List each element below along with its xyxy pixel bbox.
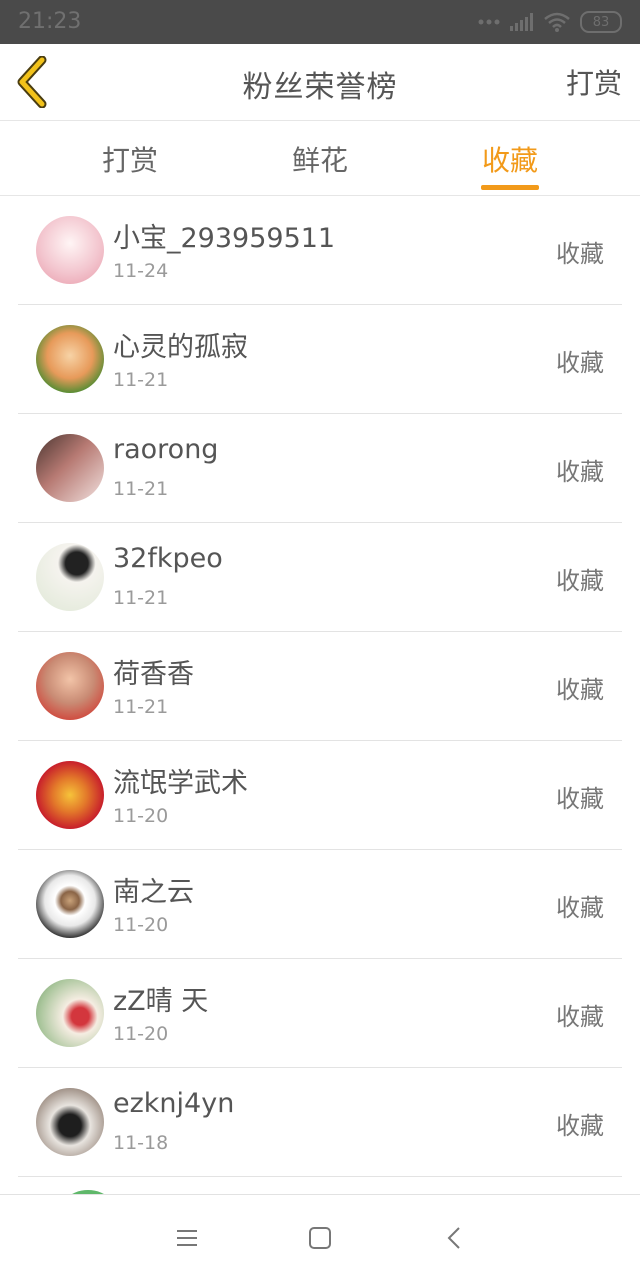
action-label: 收藏	[556, 676, 604, 704]
user-name: raorong	[113, 434, 219, 465]
avatar	[36, 325, 104, 393]
item-date: 11-20	[113, 914, 169, 936]
menu-button[interactable]	[172, 1223, 202, 1253]
tab-flowers[interactable]: 鲜花	[292, 139, 348, 179]
action-label: 收藏	[556, 1112, 604, 1140]
status-time: 21:23	[18, 9, 82, 34]
home-square-icon	[309, 1227, 331, 1249]
action-label: 收藏	[556, 785, 604, 813]
action-label: 收藏	[556, 349, 604, 377]
system-nav-bar	[0, 1194, 640, 1280]
tab-favorites[interactable]: 收藏	[482, 139, 538, 179]
avatar	[36, 870, 104, 938]
user-name: 流氓学武术	[113, 768, 248, 799]
item-date: 11-24	[113, 260, 169, 282]
header: 粉丝荣誉榜 打赏	[0, 44, 640, 121]
user-name: zZ晴 天	[113, 986, 209, 1017]
item-date: 11-18	[113, 1132, 169, 1154]
avatar	[36, 979, 104, 1047]
item-date: 11-21	[113, 587, 169, 609]
avatar	[36, 216, 104, 284]
item-date: 11-21	[113, 478, 169, 500]
list-item[interactable]: 心灵的孤寂 11-21 收藏	[18, 305, 622, 414]
list-item[interactable]: ezknj4yn 11-18 收藏	[18, 1068, 622, 1177]
user-name: 荷香香	[113, 659, 194, 690]
back-triangle-icon	[447, 1227, 460, 1249]
page-title: 粉丝荣誉榜	[242, 70, 398, 105]
battery-icon: 83	[580, 11, 622, 33]
avatar	[36, 543, 104, 611]
item-date: 11-21	[113, 696, 169, 718]
user-name: 小宝_293959511	[113, 223, 336, 254]
reward-button[interactable]: 打赏	[566, 62, 622, 102]
tab-reward[interactable]: 打赏	[102, 139, 158, 179]
list-item[interactable]: 荷香香 11-21 收藏	[18, 632, 622, 741]
item-date: 11-20	[113, 805, 169, 827]
user-name: 南之云	[113, 877, 194, 908]
avatar	[36, 652, 104, 720]
user-name: ezknj4yn	[113, 1088, 235, 1119]
list-item[interactable]: 小宝_293959511 11-24 收藏	[18, 196, 622, 305]
menu-icon	[177, 1230, 197, 1246]
dots-icon	[478, 19, 500, 25]
tab-bar: 打赏 鲜花 收藏	[0, 121, 640, 196]
user-name: 32fkpeo	[113, 543, 223, 574]
avatar	[36, 1088, 104, 1156]
list-item[interactable]: 南之云 11-20 收藏	[18, 850, 622, 959]
wifi-icon	[544, 12, 570, 32]
user-name: 心灵的孤寂	[113, 332, 248, 363]
avatar	[36, 761, 104, 829]
list-item[interactable]: 流氓学武术 11-20 收藏	[18, 741, 622, 850]
signal-icon	[510, 13, 533, 31]
screen: 21:23 83 粉丝荣誉榜 打赏 打赏 鲜花 收藏 小宝_293959511 …	[0, 0, 640, 1280]
action-label: 收藏	[556, 894, 604, 922]
list-item[interactable]: zZ晴 天 11-20 收藏	[18, 959, 622, 1068]
status-bar: 21:23 83	[0, 0, 640, 44]
action-label: 收藏	[556, 458, 604, 486]
home-button[interactable]	[305, 1223, 335, 1253]
action-label: 收藏	[556, 240, 604, 268]
battery-level: 83	[592, 14, 610, 30]
fan-list: 小宝_293959511 11-24 收藏 心灵的孤寂 11-21 收藏 rao…	[0, 196, 640, 1177]
item-date: 11-20	[113, 1023, 169, 1045]
active-tab-indicator	[481, 185, 539, 190]
action-label: 收藏	[556, 567, 604, 595]
action-label: 收藏	[556, 1003, 604, 1031]
status-icons: 83	[478, 10, 622, 34]
list-item[interactable]: 32fkpeo 11-21 收藏	[18, 523, 622, 632]
list-item[interactable]: raorong 11-21 收藏	[18, 414, 622, 523]
item-date: 11-21	[113, 369, 169, 391]
avatar	[36, 434, 104, 502]
nav-back-button[interactable]	[440, 1223, 470, 1253]
